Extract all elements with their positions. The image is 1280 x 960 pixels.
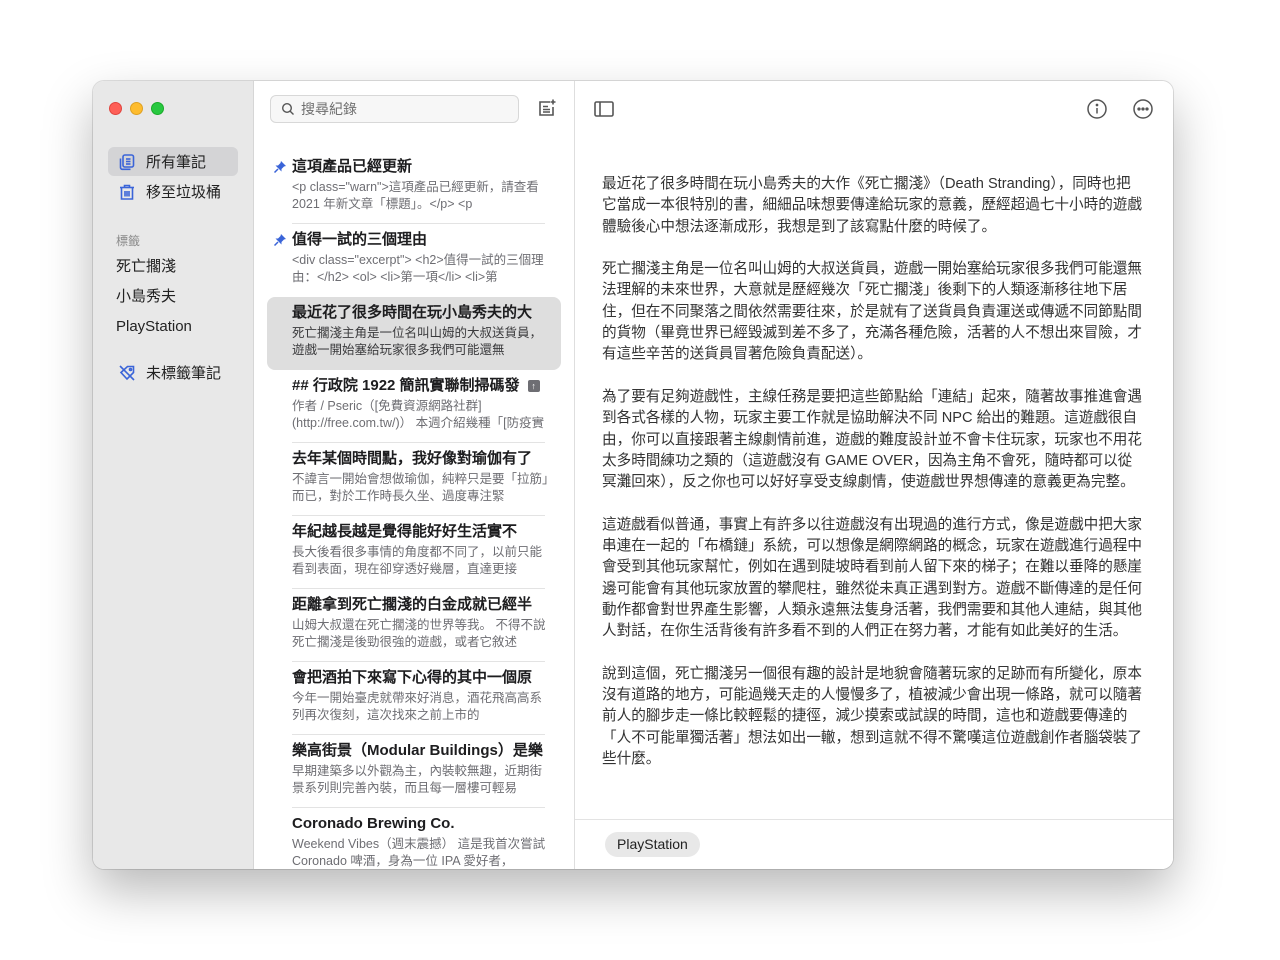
sidebar-item-trash[interactable]: 移至垃圾桶 (108, 177, 238, 206)
note-list-item[interactable]: 最近花了很多時間在玩小島秀夫的大死亡擱淺主角是一位名叫山姆的大叔送貨員，遊戲一開… (267, 297, 561, 370)
note-excerpt: 山姆大叔還在死亡擱淺的世界等我。 不得不說死亡擱淺是後勁很強的遊戲，或者它敘述 (292, 618, 546, 649)
note-title: 去年某個時間點，我好像對瑜伽有了 (292, 450, 533, 467)
note-title-row: 會把酒拍下來寫下心得的其中一個原 (292, 667, 549, 689)
paragraph: 為了要有足夠遊戲性，主線任務是要把這些節點給「連結」起來，隨著故事推進會遇到各式… (602, 388, 1142, 491)
more-icon (1133, 99, 1153, 119)
app-window: 所有筆記 移至垃圾桶 標籤 死亡擱淺 小島秀夫 PlayStation 未標籤筆… (93, 81, 1173, 869)
note-title: 最近花了很多時間在玩小島秀夫的大 (292, 304, 533, 321)
note-list-item[interactable]: 去年某個時間點，我好像對瑜伽有了不諱言一開始會想做瑜伽，純粹只是要「拉筋」而已，… (267, 443, 561, 516)
note-title-row: Coronado Brewing Co. (292, 813, 549, 835)
note-title: Coronado Brewing Co. (292, 815, 455, 832)
note-list-pane: 這項產品已經更新 <p class="warn">這項產品已經更新，請查看 202… (254, 81, 575, 869)
note-excerpt: Weekend Vibes（週末震撼） 這是我首次嘗試 Coronado 啤酒，… (292, 837, 546, 868)
close-button[interactable] (109, 102, 122, 115)
paragraph: 死亡擱淺主角是一位名叫山姆的大叔送貨員，遊戲一開始塞給玩家很多我們可能還無法理解… (602, 261, 1142, 363)
note-excerpt: 死亡擱淺主角是一位名叫山姆的大叔送貨員，遊戲一開始塞給玩家很多我們可能還無 (292, 326, 543, 357)
note-excerpt: 作者 / Pseric（[免費資源網路社群](http://free.com.t… (292, 399, 545, 430)
traffic-lights (109, 102, 164, 115)
note-list-item[interactable]: 值得一試的三個理由 <div class="excerpt"> <h2>值得一試的… (267, 224, 561, 297)
editor-pane: 最近花了很多時間在玩小島秀夫的大作《死亡擱淺》（Death Stranding）… (575, 81, 1173, 869)
sidebar-nav: 所有筆記 移至垃圾桶 (108, 147, 238, 207)
search-input[interactable] (301, 101, 501, 117)
tag-list: 死亡擱淺 小島秀夫 PlayStation (116, 252, 192, 342)
note-title: 值得一試的三個理由 (292, 231, 428, 248)
note-title: 會把酒拍下來寫下心得的其中一個原 (292, 669, 533, 686)
tag-footer: PlayStation (575, 819, 1173, 869)
note-excerpt: 長大後看很多事情的角度都不同了，以前只能看到表面，現在卻穿透好幾層，直達更接 (292, 545, 543, 576)
note-title: ## 行政院 1922 簡訊實聯制掃碼發 (292, 377, 520, 394)
more-button[interactable] (1131, 97, 1155, 121)
tag-item[interactable]: 小島秀夫 (116, 282, 192, 312)
paragraph: 這遊戲看似普通，事實上有許多以往遊戲沒有出現過的進行方式，像是遊戲中把大家串連在… (602, 516, 1142, 640)
note-list-item[interactable]: 會把酒拍下來寫下心得的其中一個原今年一開始臺虎就帶來好消息，酒花飛高高系列再次復… (267, 662, 561, 735)
sidebar-toggle-button[interactable] (592, 97, 616, 121)
pin-icon (273, 161, 286, 174)
note-title-row: 距離拿到死亡擱淺的白金成就已經半 (292, 594, 549, 616)
note-list-item[interactable]: 年紀越長越是覺得能好好生活實不長大後看很多事情的角度都不同了，以前只能看到表面，… (267, 516, 561, 589)
note-title: 樂高街景（Modular Buildings）是樂 (292, 742, 543, 759)
search-icon (281, 102, 294, 115)
new-note-button[interactable] (536, 97, 558, 119)
paragraph: 說到這個，死亡擱淺另一個很有趣的設計是地貌會隨著玩家的足跡而有所變化，原本沒有道… (602, 665, 1142, 768)
note-list-item[interactable]: 這項產品已經更新 <p class="warn">這項產品已經更新，請查看 202… (267, 151, 561, 224)
note-list: 這項產品已經更新 <p class="warn">這項產品已經更新，請查看 202… (254, 151, 574, 869)
pin-icon (273, 234, 286, 247)
note-excerpt: <div class="excerpt"> <h2>值得一試的三個理由：</h2… (292, 253, 544, 284)
note-title-row: 樂高街景（Modular Buildings）是樂 (292, 740, 549, 762)
minimize-button[interactable] (130, 102, 143, 115)
sidebar: 所有筆記 移至垃圾桶 標籤 死亡擱淺 小島秀夫 PlayStation 未標籤筆… (93, 81, 254, 869)
tag-chip[interactable]: PlayStation (605, 832, 700, 857)
note-body[interactable]: 最近花了很多時間在玩小島秀夫的大作《死亡擱淺》（Death Stranding）… (602, 174, 1145, 792)
zoom-button[interactable] (151, 102, 164, 115)
info-icon (1087, 99, 1107, 119)
note-excerpt: 早期建築多以外觀為主，內裝較無趣，近期街景系列則完善內裝，而且每一層樓可輕易 (292, 764, 543, 795)
paragraph: 最近花了很多時間在玩小島秀夫的大作《死亡擱淺》（Death Stranding）… (602, 176, 1142, 235)
tag-item[interactable]: PlayStation (116, 312, 192, 342)
note-title-row: ## 行政院 1922 簡訊實聯制掃碼發 ↑ (292, 375, 549, 397)
note-title-row: 值得一試的三個理由 (292, 229, 549, 251)
sidebar-item-label: 未標籤筆記 (146, 365, 222, 382)
note-excerpt: 不諱言一開始會想做瑜伽，純粹只是要「拉筋」而已，對於工作時長久坐、過度專注緊 (292, 472, 549, 503)
note-excerpt: 今年一開始臺虎就帶來好消息，酒花飛高高系列再次復刻，這次找來之前上市的 (292, 691, 543, 722)
note-title-row: 這項產品已經更新 (292, 156, 549, 178)
note-list-item[interactable]: ## 行政院 1922 簡訊實聯制掃碼發 ↑ 作者 / Pseric（[免費資源網路… (267, 370, 561, 443)
note-title: 年紀越長越是覺得能好好生活實不 (292, 523, 518, 540)
note-title: 這項產品已經更新 (292, 158, 413, 175)
note-title: 距離拿到死亡擱淺的白金成就已經半 (292, 596, 533, 613)
sidebar-toggle-icon (594, 101, 614, 117)
tag-item[interactable]: 死亡擱淺 (116, 252, 192, 282)
sidebar-item-all-notes[interactable]: 所有筆記 (108, 147, 238, 176)
sidebar-item-label: 移至垃圾桶 (146, 184, 222, 201)
up-arrow-icon: ↑ (527, 380, 540, 392)
note-excerpt: <p class="warn">這項產品已經更新，請查看 2021 年新文章「標… (292, 180, 539, 211)
sidebar-item-untagged[interactable]: 未標籤筆記 (108, 358, 238, 387)
new-note-icon (539, 99, 556, 116)
info-button[interactable] (1085, 97, 1109, 121)
search-field[interactable] (270, 95, 519, 123)
note-list-item[interactable]: 樂高街景（Modular Buildings）是樂早期建築多以外觀為主，內裝較無… (267, 735, 561, 808)
note-list-item[interactable]: 距離拿到死亡擱淺的白金成就已經半山姆大叔還在死亡擱淺的世界等我。 不得不說死亡擱… (267, 589, 561, 662)
note-title-row: 最近花了很多時間在玩小島秀夫的大 (292, 302, 549, 324)
note-title-row: 去年某個時間點，我好像對瑜伽有了 (292, 448, 549, 470)
trash-icon (117, 182, 137, 202)
tags-heading: 標籤 (116, 234, 141, 248)
note-list-item[interactable]: Coronado Brewing Co. Weekend Vibes（週末震撼） … (267, 808, 561, 869)
sidebar-item-label: 所有筆記 (146, 154, 207, 171)
note-title-row: 年紀越長越是覺得能好好生活實不 (292, 521, 549, 543)
untagged-icon (117, 363, 137, 383)
notes-icon (117, 152, 137, 172)
